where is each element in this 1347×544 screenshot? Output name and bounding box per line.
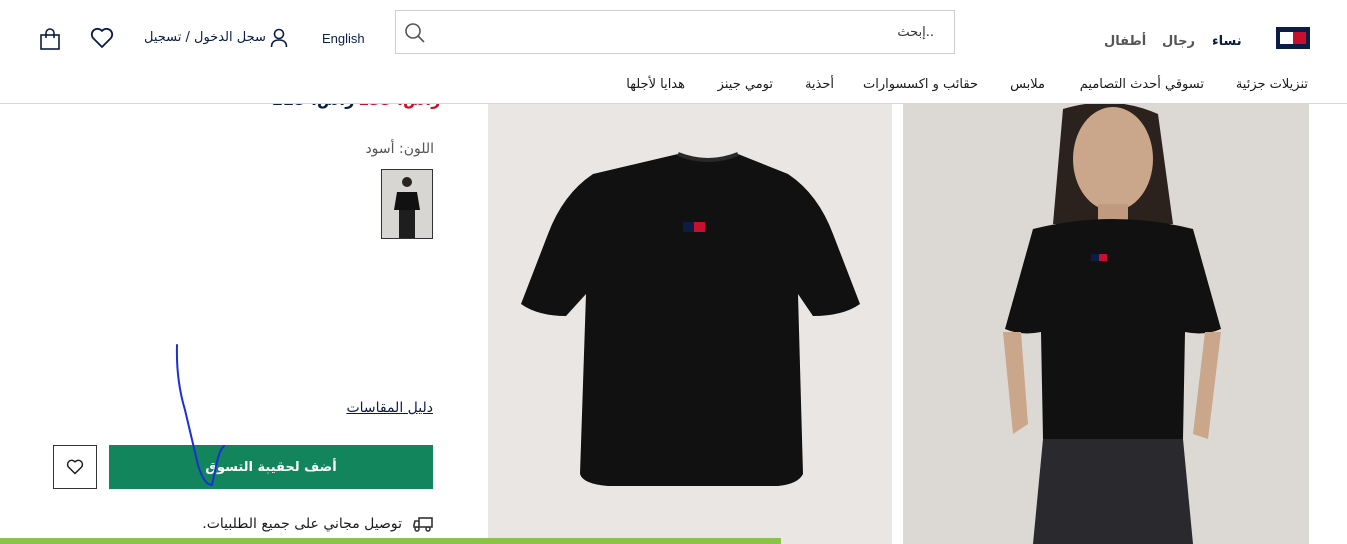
color-label: اللون: أسود — [365, 141, 434, 157]
swatch-thumbnail — [382, 170, 432, 238]
shopping-bag-icon[interactable] — [38, 27, 62, 51]
page-load-progress — [0, 538, 782, 544]
nav-item-tommy-jeans[interactable]: تومي جينز — [718, 77, 773, 92]
tab-women[interactable]: نساء — [1212, 34, 1242, 49]
add-to-wishlist-button[interactable] — [53, 445, 97, 489]
search-bar — [395, 10, 955, 54]
nav-item-clothing[interactable]: ملابس — [1010, 77, 1045, 92]
color-swatch-black[interactable] — [381, 169, 433, 239]
heart-icon — [66, 459, 84, 475]
site-header: نساء رجال أطفال English سجل الدخول / تسج… — [0, 0, 1347, 104]
tshirt-flat-image — [521, 152, 860, 486]
nav-item-gifts-for-her[interactable]: هدايا لأجلها — [626, 77, 685, 92]
nav-item-bags-accessories[interactable]: حقائب و اكسسوارات — [863, 77, 978, 92]
model-wearing-tshirt-image — [1003, 102, 1221, 544]
nav-item-shoes[interactable]: أحذية — [805, 77, 834, 92]
language-switch[interactable]: English — [322, 31, 365, 46]
tab-kids[interactable]: أطفال — [1104, 34, 1146, 49]
product-image-model[interactable] — [903, 102, 1309, 544]
delivery-note: توصيل مجاني على جميع الطلبيات. — [202, 516, 402, 532]
login-link[interactable]: سجل الدخول / تسجيل — [144, 30, 266, 45]
size-guide-link[interactable]: دليل المقاسات — [343, 400, 433, 416]
search-input[interactable] — [432, 11, 942, 53]
truck-icon — [413, 517, 433, 532]
tab-men[interactable]: رجال — [1162, 34, 1195, 49]
nav-item-sale[interactable]: تنزيلات جزئية — [1236, 77, 1308, 92]
search-icon[interactable] — [404, 22, 426, 44]
user-icon[interactable] — [270, 28, 288, 48]
pen-annotation — [175, 344, 225, 487]
tommy-flag-logo[interactable] — [1276, 27, 1310, 49]
product-image-flat[interactable] — [488, 104, 892, 544]
add-to-bag-button[interactable]: أضف لحقيبة التسوق — [109, 445, 433, 489]
nav-item-new-arrivals[interactable]: تسوقي أحدث التصاميم — [1080, 77, 1204, 92]
heart-icon[interactable] — [90, 27, 114, 49]
